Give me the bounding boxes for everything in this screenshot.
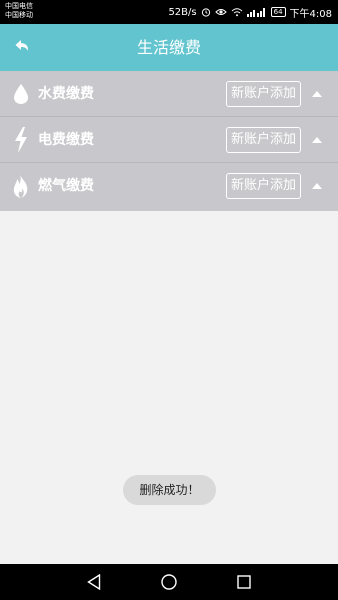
bill-type-list: 水费缴费 新账户添加 电费缴费 新账户添加 燃气缴费 新账户添加 bbox=[0, 71, 338, 211]
triangle-back-icon bbox=[87, 574, 101, 590]
flame-icon bbox=[11, 174, 31, 198]
nav-back-button[interactable] bbox=[84, 572, 104, 592]
alarm-icon bbox=[201, 8, 210, 17]
carrier-2: 中国移动 bbox=[5, 11, 33, 19]
circle-home-icon bbox=[161, 574, 177, 590]
expand-button[interactable] bbox=[310, 134, 324, 146]
net-speed: 52B/s bbox=[168, 6, 197, 18]
list-item-electricity[interactable]: 电费缴费 新账户添加 bbox=[0, 117, 338, 163]
add-account-button[interactable]: 新账户添加 bbox=[226, 81, 301, 107]
app-bar: 生活缴费 bbox=[0, 24, 338, 71]
back-button[interactable] bbox=[10, 34, 36, 60]
chevron-up-icon bbox=[312, 183, 322, 189]
list-item-water[interactable]: 水费缴费 新账户添加 bbox=[0, 71, 338, 117]
lightning-icon bbox=[11, 127, 31, 153]
carrier-info: 中国电信 中国移动 bbox=[5, 2, 33, 20]
toast-message: 删除成功！ bbox=[123, 475, 216, 505]
bill-label: 水费缴费 bbox=[38, 86, 94, 102]
signal-icon bbox=[246, 8, 265, 17]
page-title: 生活缴费 bbox=[136, 38, 201, 57]
back-arrow-icon bbox=[15, 40, 29, 51]
add-account-button[interactable]: 新账户添加 bbox=[226, 127, 301, 153]
expand-button[interactable] bbox=[310, 88, 324, 100]
square-recents-icon bbox=[237, 575, 251, 589]
eye-icon bbox=[214, 9, 227, 15]
system-nav-bar bbox=[0, 564, 338, 600]
nav-recents-button[interactable] bbox=[234, 572, 254, 592]
chevron-up-icon bbox=[312, 91, 322, 97]
nav-home-button[interactable] bbox=[159, 572, 179, 592]
bill-label: 燃气缴费 bbox=[38, 178, 94, 194]
status-bar: 中国电信 中国移动 52B/s 64 下午4:08 bbox=[0, 0, 338, 24]
wifi-icon bbox=[231, 8, 242, 17]
bill-label: 电费缴费 bbox=[38, 132, 94, 148]
carrier-1: 中国电信 bbox=[5, 2, 33, 10]
chevron-up-icon bbox=[312, 137, 322, 143]
water-drop-icon bbox=[11, 82, 31, 106]
status-indicators: 52B/s 64 下午4:08 bbox=[168, 5, 332, 20]
clock: 下午4:08 bbox=[289, 8, 332, 20]
list-item-gas[interactable]: 燃气缴费 新账户添加 bbox=[0, 163, 338, 211]
add-account-button[interactable]: 新账户添加 bbox=[226, 173, 301, 199]
battery-icon: 64 bbox=[270, 7, 286, 17]
expand-button[interactable] bbox=[310, 180, 324, 192]
